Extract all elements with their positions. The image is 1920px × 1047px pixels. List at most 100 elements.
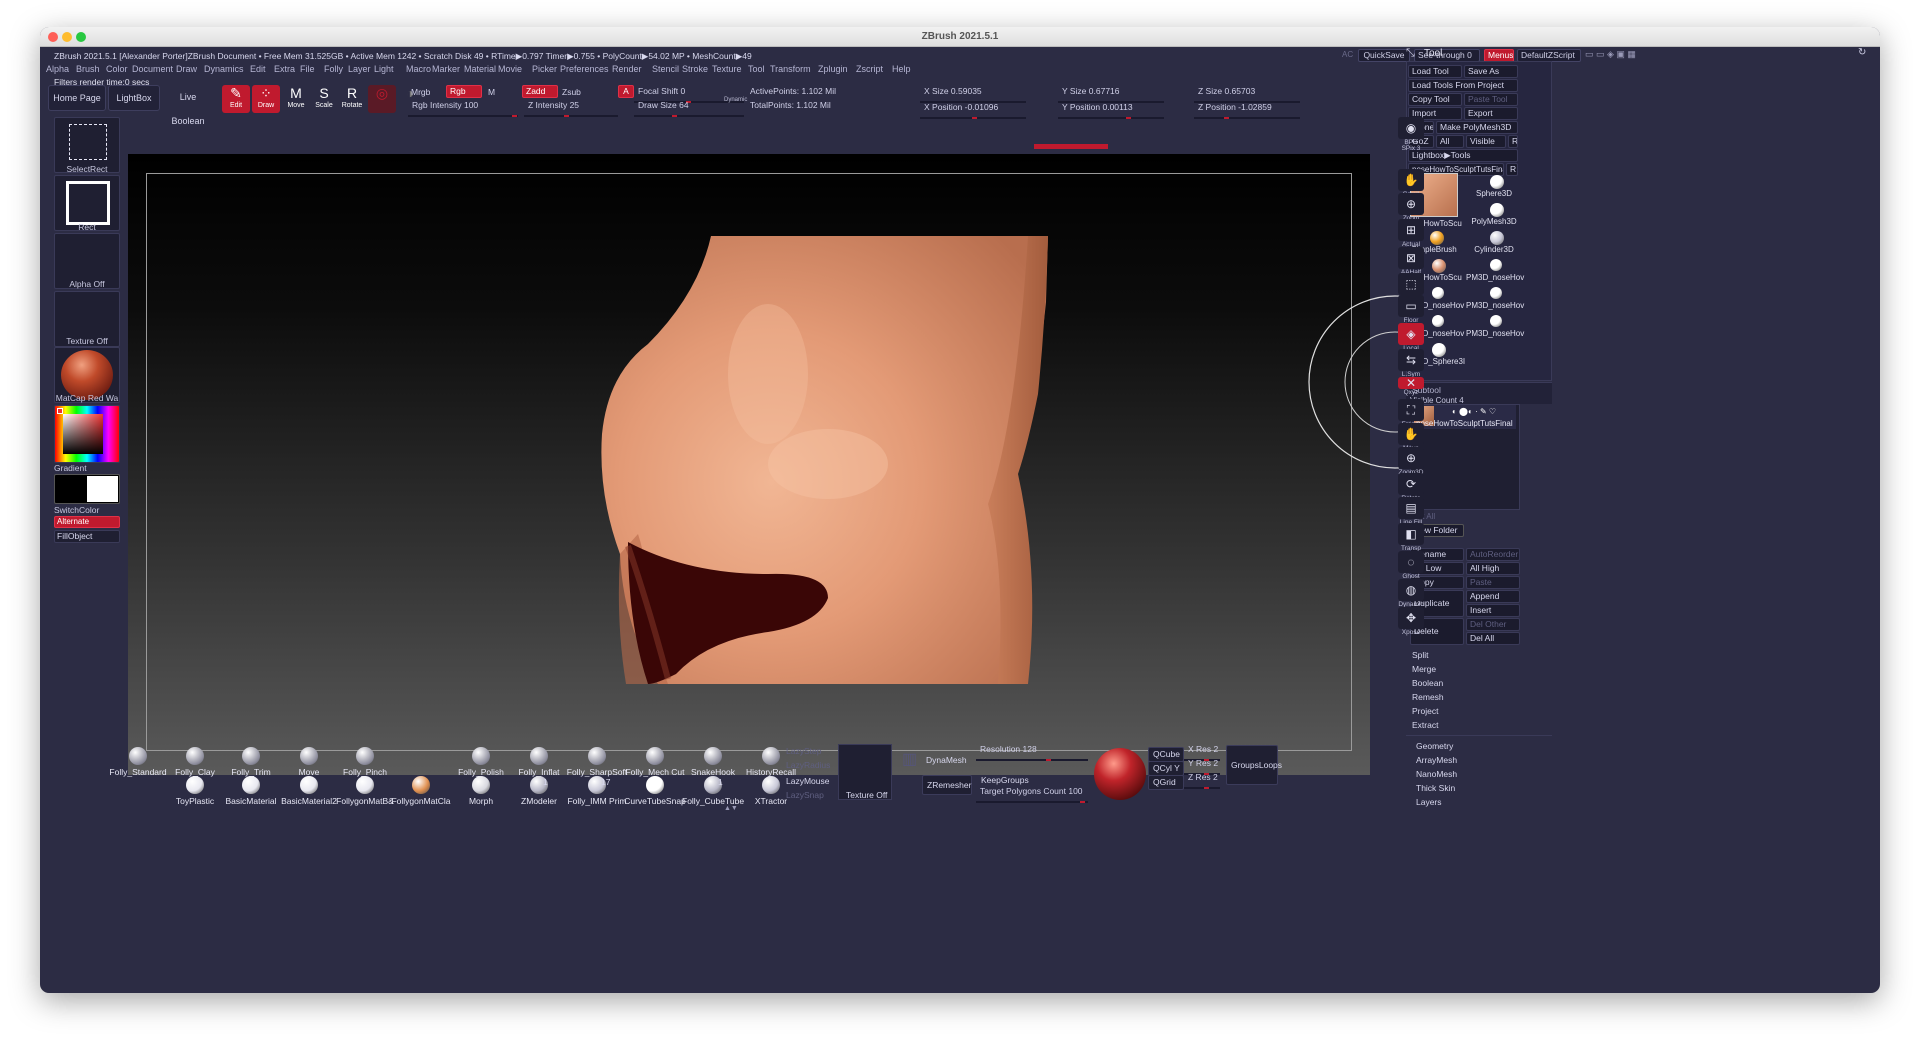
lightbox-button[interactable]: LightBox bbox=[108, 85, 160, 111]
rgb-intensity-slider[interactable]: Rgb Intensity 100 bbox=[408, 97, 518, 117]
pm3d-thumb-5[interactable] bbox=[1490, 315, 1502, 327]
tool-thumb-8[interactable]: PM3D_noseHov bbox=[1466, 301, 1524, 310]
menu-extra[interactable]: Extra bbox=[274, 64, 295, 74]
color-picker[interactable] bbox=[54, 405, 120, 463]
gradient-label[interactable]: Gradient bbox=[54, 463, 120, 473]
pm3d-thumb-2[interactable] bbox=[1432, 287, 1444, 299]
menu-texture[interactable]: Texture bbox=[712, 64, 742, 74]
shelf-collapse-icon[interactable]: ▲▼ bbox=[724, 805, 738, 812]
brush-snakehook[interactable]: SnakeHook bbox=[682, 747, 744, 777]
pm3d-thumb-3[interactable] bbox=[1490, 287, 1502, 299]
tool-thumb-10[interactable]: PM3D_noseHov bbox=[1466, 329, 1524, 338]
auto-reorder-button[interactable]: AutoReorder bbox=[1466, 548, 1520, 561]
lazy-radius-slider[interactable]: LazyRadius bbox=[786, 760, 830, 770]
brush-folly-trim[interactable]: Folly_Trim bbox=[220, 747, 282, 777]
brush-folly-clay[interactable]: Folly_Clay bbox=[164, 747, 226, 777]
rotate-mode-button[interactable]: R Rotate bbox=[338, 85, 366, 113]
goz-all-button[interactable]: All bbox=[1436, 135, 1464, 148]
cylinder3d-icon[interactable] bbox=[1490, 231, 1504, 245]
tool-thumb-4[interactable]: Cylinder3D bbox=[1466, 245, 1522, 254]
save-as-button[interactable]: Save As bbox=[1464, 65, 1518, 78]
remesh-section[interactable]: Remesh bbox=[1412, 692, 1444, 702]
layers-section[interactable]: Layers bbox=[1416, 797, 1442, 807]
shelf-toyplastic[interactable]: ToyPlastic bbox=[164, 776, 226, 806]
strip-transp[interactable]: ◧ Transp bbox=[1395, 523, 1427, 552]
fill-object-button[interactable]: FillObject bbox=[54, 530, 120, 543]
live-boolean-button[interactable]: Live Boolean bbox=[162, 85, 214, 126]
array-mesh-section[interactable]: ArrayMesh bbox=[1416, 755, 1457, 765]
menu-transform[interactable]: Transform bbox=[770, 64, 811, 74]
brush-folly-standard[interactable]: Folly_Standard bbox=[107, 747, 169, 777]
strip-local[interactable]: ◈Local bbox=[1395, 323, 1427, 352]
refresh-icon[interactable]: ↻ bbox=[1858, 47, 1866, 58]
menu-document[interactable]: Document bbox=[132, 64, 173, 74]
menu-file[interactable]: File bbox=[300, 64, 315, 74]
mrgb-toggle[interactable]: Mrgb bbox=[411, 87, 430, 97]
material-sphere-bottom[interactable] bbox=[1094, 748, 1146, 800]
brush-folly-mech-cut[interactable]: Folly_Mech Cut bbox=[624, 747, 686, 777]
shelf-folly-imm-prim[interactable]: Folly_IMM Prim bbox=[566, 776, 628, 806]
make-polymesh-button[interactable]: Make PolyMesh3D bbox=[1436, 121, 1518, 134]
paste-subtool-button[interactable]: Paste bbox=[1466, 576, 1520, 589]
insert-button[interactable]: Insert bbox=[1466, 604, 1520, 617]
brush-folly-sharpsoft[interactable]: Folly_SharpSoft bbox=[566, 747, 628, 777]
scale-mode-button[interactable]: S Scale bbox=[310, 85, 338, 113]
strip-bpr[interactable]: ◉ BPR bbox=[1395, 117, 1427, 146]
menu-draw[interactable]: Draw bbox=[176, 64, 197, 74]
pm3d-sphere-thumb[interactable] bbox=[1432, 343, 1446, 357]
menu-layer[interactable]: Layer bbox=[348, 64, 371, 74]
split-section[interactable]: Split bbox=[1412, 650, 1429, 660]
tool-thumb-6[interactable]: PM3D_noseHov bbox=[1466, 273, 1524, 282]
shelf-zmodeler[interactable]: ZModeler bbox=[508, 776, 570, 806]
m-toggle[interactable]: M bbox=[488, 87, 495, 97]
target-polygons-slider[interactable]: Target Polygons Count 100 bbox=[976, 783, 1088, 803]
menu-tool[interactable]: Tool bbox=[748, 64, 765, 74]
pm3d-thumb-4[interactable] bbox=[1432, 315, 1444, 327]
pm3d-thumb-1[interactable] bbox=[1490, 259, 1502, 271]
groups-loops-button[interactable]: GroupsLoops bbox=[1226, 745, 1282, 785]
shelf-folly-cubetube[interactable]: Folly_CubeTube bbox=[682, 776, 744, 806]
nose-model[interactable] bbox=[128, 154, 1370, 775]
dynamic-toggle[interactable]: Dynamic bbox=[724, 97, 747, 103]
shelf-basicmaterial2[interactable]: BasicMaterial2 bbox=[278, 776, 340, 806]
nano-mesh-section[interactable]: NanoMesh bbox=[1416, 769, 1457, 779]
menu-zplugin[interactable]: Zplugin bbox=[818, 64, 848, 74]
menu-marker[interactable]: Marker bbox=[432, 64, 460, 74]
strip-l-sym[interactable]: ⇆ L.Sym bbox=[1395, 349, 1427, 378]
tool-palette-header[interactable]: Tool bbox=[1424, 48, 1442, 59]
current-tool-r-button[interactable]: R bbox=[1506, 163, 1518, 176]
brush-move[interactable]: Move bbox=[278, 747, 340, 777]
strip-ghost[interactable]: ◌ Ghost bbox=[1395, 551, 1427, 580]
move-mode-button[interactable]: M Move bbox=[282, 85, 310, 113]
draw-mode-button[interactable]: ⁘ Draw bbox=[252, 85, 280, 113]
goz-r-button[interactable]: R bbox=[1508, 135, 1518, 148]
strip-xpose[interactable]: ✥ Xpose bbox=[1395, 607, 1427, 636]
copy-tool-button[interactable]: Copy Tool bbox=[1408, 93, 1462, 106]
menu-color[interactable]: Color bbox=[106, 64, 128, 74]
strip-spix-3[interactable]: SPix 3 bbox=[1395, 145, 1427, 152]
goz-visible-button[interactable]: Visible bbox=[1466, 135, 1506, 148]
qcube-button[interactable]: QCube bbox=[1148, 747, 1184, 762]
qgrid-button[interactable]: QGrid bbox=[1148, 775, 1184, 790]
menu-dynamics[interactable]: Dynamics bbox=[204, 64, 244, 74]
shelf-curvetubesnap[interactable]: CurveTubeSnap bbox=[624, 776, 686, 806]
lazy-step-slider[interactable]: LazyStep bbox=[786, 746, 821, 756]
x-position-field[interactable]: X Position -0.01096 bbox=[920, 99, 1026, 119]
brush-folly-pinch[interactable]: Folly_Pinch bbox=[334, 747, 396, 777]
menu-help[interactable]: Help bbox=[892, 64, 911, 74]
tool-thumb-2[interactable]: PolyMesh3D bbox=[1466, 217, 1522, 226]
extract-section[interactable]: Extract bbox=[1412, 720, 1438, 730]
window-layout-icons[interactable]: ▭ ▭ ◈ ▣ ▦ bbox=[1585, 49, 1636, 60]
z-position-field[interactable]: Z Position -1.02859 bbox=[1194, 99, 1300, 119]
color-saturation-square[interactable] bbox=[63, 414, 103, 454]
brush-folly-polish[interactable]: Folly_Polish bbox=[450, 747, 512, 777]
export-button[interactable]: Export bbox=[1464, 107, 1518, 120]
menu-stencil[interactable]: Stencil bbox=[652, 64, 679, 74]
primary-color-swatch[interactable] bbox=[87, 476, 118, 502]
canvas-viewport[interactable] bbox=[128, 154, 1370, 775]
load-tools-from-project-button[interactable]: Load Tools From Project bbox=[1408, 79, 1518, 92]
z-res-slider[interactable]: Z Res 2 bbox=[1184, 769, 1220, 789]
del-other-button[interactable]: Del Other bbox=[1466, 618, 1520, 631]
subtool-item[interactable]: ◐ ⬤◐ · ✎ ♡ noseHowToSculptTutsFinal bbox=[1412, 405, 1516, 429]
menu-zscript[interactable]: Zscript bbox=[856, 64, 883, 74]
